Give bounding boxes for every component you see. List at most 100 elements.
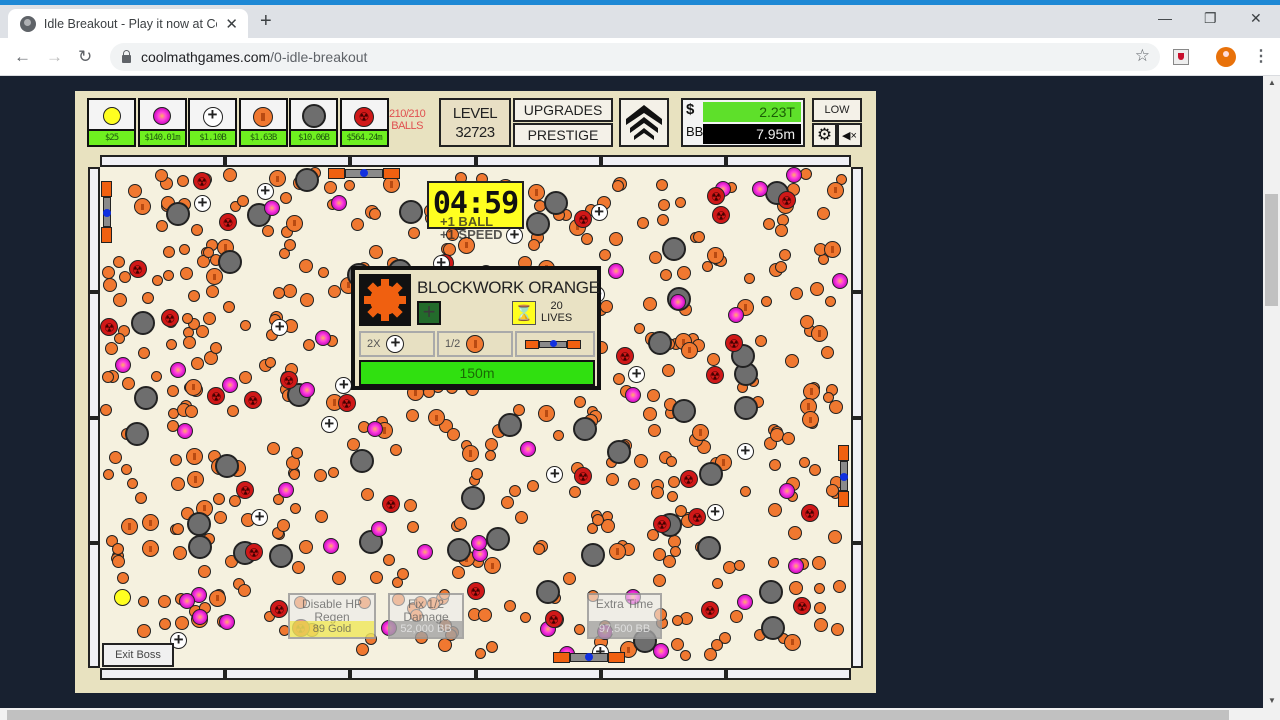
scatter-ball-large — [285, 214, 303, 232]
scatter-ball — [276, 518, 290, 532]
rank-up-button[interactable] — [619, 98, 669, 147]
scatter-ball — [223, 301, 236, 314]
powerup-title: Fix 1/2 Damage — [403, 597, 449, 624]
plasma-ball — [299, 382, 316, 399]
plasma-ball — [653, 642, 670, 659]
reload-button[interactable]: ↻ — [78, 47, 92, 67]
scatter-ball — [800, 167, 813, 180]
browser-menu-icon[interactable]: ⋮ — [1253, 46, 1269, 66]
upgrades-button[interactable]: UPGRADES — [513, 98, 613, 122]
poison-ball — [244, 543, 263, 562]
scatter-ball — [162, 246, 175, 259]
buy-ball-basic[interactable]: $25 — [87, 98, 136, 147]
ball-price: $140.01m — [139, 129, 185, 145]
buy-ball-scatter[interactable]: $1.63B — [238, 98, 288, 147]
url-input[interactable]: coolmathgames.com/0-idle-breakout ☆ — [110, 43, 1160, 71]
powerup-cost: 97,500 BB — [589, 621, 660, 637]
poison-ball — [707, 187, 726, 206]
plasma-ball — [417, 543, 434, 560]
scatter-ball — [343, 180, 355, 192]
prestige-button[interactable]: PRESTIGE — [513, 123, 613, 147]
bookmark-star-icon[interactable]: ☆ — [1135, 46, 1150, 66]
buy-ball-plasma[interactable]: $140.01m — [137, 98, 187, 147]
scatter-ball — [105, 342, 119, 356]
ball-count: 210/210 BALLS — [389, 108, 426, 132]
minimize-button[interactable]: — — [1158, 10, 1172, 26]
ball-price: $1.10B — [190, 129, 235, 145]
close-tab-icon[interactable]: ✕ — [225, 15, 238, 33]
horizontal-scrollbar[interactable] — [0, 708, 1280, 720]
cannon-ball — [580, 543, 605, 568]
scatter-ball — [774, 224, 788, 238]
boss-card: BLOCKWORK ORANGE ⌛ 20LIVES 2X 1/2 150m — [351, 266, 601, 390]
scatter-ball — [180, 267, 194, 281]
plasma-ball — [170, 362, 187, 379]
powerup-fix-half-damage[interactable]: Fix 1/2 Damage 52,000 BB — [388, 593, 464, 639]
buy-ball-cannon[interactable]: $10.06B — [289, 98, 338, 147]
scatter-ball — [680, 649, 692, 661]
browser-tab[interactable]: Idle Breakout - Play it now at Coo ✕ — [8, 9, 248, 38]
powerup-extra-time[interactable]: Extra Time 97,500 BB — [587, 593, 662, 639]
sniper-ball — [628, 364, 646, 384]
scatter-ball — [662, 363, 676, 377]
scatter-ball — [827, 530, 842, 545]
scatter-ball — [788, 525, 803, 540]
close-window-button[interactable]: ✕ — [1250, 10, 1262, 27]
buy-ball-poison[interactable]: $564.24m — [339, 98, 389, 147]
scatter-ball — [134, 492, 147, 505]
quality-toggle-button[interactable]: LOW — [812, 98, 862, 122]
plasma-ball — [737, 593, 754, 610]
settings-button[interactable]: ⚙ — [812, 123, 837, 147]
cannon-ball — [672, 398, 697, 423]
plasma-ball — [323, 537, 340, 554]
plus-ball-icon — [386, 333, 405, 353]
back-button[interactable]: ← — [14, 47, 31, 67]
wall-segment — [88, 542, 100, 668]
scatter-ball-large — [185, 448, 203, 466]
scatter-ball — [403, 498, 417, 512]
wall-segment — [600, 155, 726, 167]
restore-button[interactable]: ❐ — [1204, 10, 1217, 27]
scatter-ball — [184, 405, 198, 419]
vertical-scrollbar[interactable]: ▲ ▼ — [1263, 76, 1280, 708]
red-ball-icon — [354, 107, 374, 127]
hourglass-icon: ⌛ — [512, 301, 536, 325]
forward-button[interactable]: → — [46, 47, 63, 67]
buy-ball-sniper[interactable]: $1.10B — [188, 98, 237, 147]
exit-boss-button[interactable]: Exit Boss — [102, 643, 174, 667]
scatter-ball — [813, 602, 826, 615]
sniper-ball — [335, 375, 353, 395]
scroll-up-arrow[interactable]: ▲ — [1268, 78, 1276, 87]
left-wall — [88, 167, 100, 668]
poison-ball — [337, 393, 356, 412]
poison-ball — [466, 581, 485, 600]
wall-segment — [475, 668, 601, 680]
mute-button[interactable]: ◀× — [837, 123, 862, 147]
new-tab-button[interactable]: + — [260, 10, 272, 33]
tab-strip: Idle Breakout - Play it now at Coo ✕ + —… — [0, 5, 1280, 38]
scatter-ball-large — [133, 198, 151, 216]
scatter-ball-large — [707, 246, 725, 264]
scatter-ball — [158, 618, 171, 631]
poison-ball — [128, 259, 147, 278]
scatter-ball — [223, 168, 238, 183]
extension-icon[interactable] — [1173, 49, 1189, 65]
scatter-ball — [369, 571, 383, 585]
sniper-ball — [271, 317, 289, 337]
scatter-ball — [167, 384, 180, 397]
gear-boss-icon — [364, 279, 406, 321]
powerup-disable-hp-regen[interactable]: Disable HP Regen 89 Gold — [288, 593, 376, 639]
yellow-ball-icon — [102, 107, 121, 125]
play-field[interactable] — [100, 167, 851, 668]
scatter-ball — [733, 559, 745, 571]
scatter-ball — [136, 624, 151, 639]
poison-ball — [725, 334, 744, 353]
profile-avatar[interactable] — [1216, 47, 1236, 67]
scroll-down-arrow[interactable]: ▼ — [1268, 696, 1276, 705]
bb-value: 7.95m — [703, 124, 801, 144]
modifier-paddle — [515, 331, 595, 357]
horizontal-scroll-thumb[interactable] — [7, 710, 1229, 720]
scatter-ball — [669, 545, 681, 557]
vertical-scroll-thumb[interactable] — [1265, 194, 1278, 306]
scatter-ball — [173, 546, 188, 561]
